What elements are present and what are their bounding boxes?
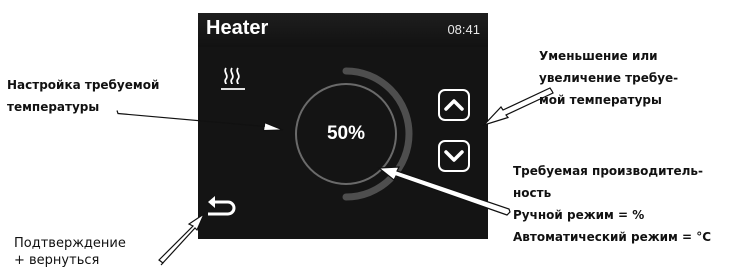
callout-confirm-back: Подтверждение + вернуться bbox=[14, 235, 164, 269]
callout-text: + вернуться bbox=[14, 253, 100, 268]
callout-adjust-temperature: Уменьшение или увеличение требуе- мой те… bbox=[539, 45, 729, 111]
device-screen: Heater 08:41 50% bbox=[198, 13, 488, 239]
chevron-down-icon bbox=[444, 150, 464, 162]
callout-text: мой температуры bbox=[539, 93, 662, 107]
chevron-up-icon bbox=[444, 99, 464, 111]
callout-text: ность bbox=[513, 186, 552, 200]
increase-button[interactable] bbox=[438, 89, 470, 121]
dial-value: 50% bbox=[326, 123, 366, 144]
callout-text: Автоматический режим = °C bbox=[513, 230, 712, 244]
callout-text: увеличение требуе- bbox=[539, 71, 679, 85]
decrease-button[interactable] bbox=[438, 140, 470, 172]
callout-text: Настройка требуемой bbox=[7, 78, 160, 92]
back-arrow-icon[interactable] bbox=[204, 195, 238, 223]
callout-text: Уменьшение или bbox=[539, 49, 658, 63]
callout-text: Ручной режим = % bbox=[513, 208, 645, 222]
callout-text: Подтверждение bbox=[14, 236, 126, 251]
callout-required-output: Требуемая производитель- ность Ручной ре… bbox=[513, 160, 731, 248]
callout-text: Требуемая производитель- bbox=[513, 164, 703, 178]
callout-text: температуры bbox=[7, 100, 100, 114]
callout-set-temperature: Настройка требуемой температуры bbox=[7, 74, 177, 118]
